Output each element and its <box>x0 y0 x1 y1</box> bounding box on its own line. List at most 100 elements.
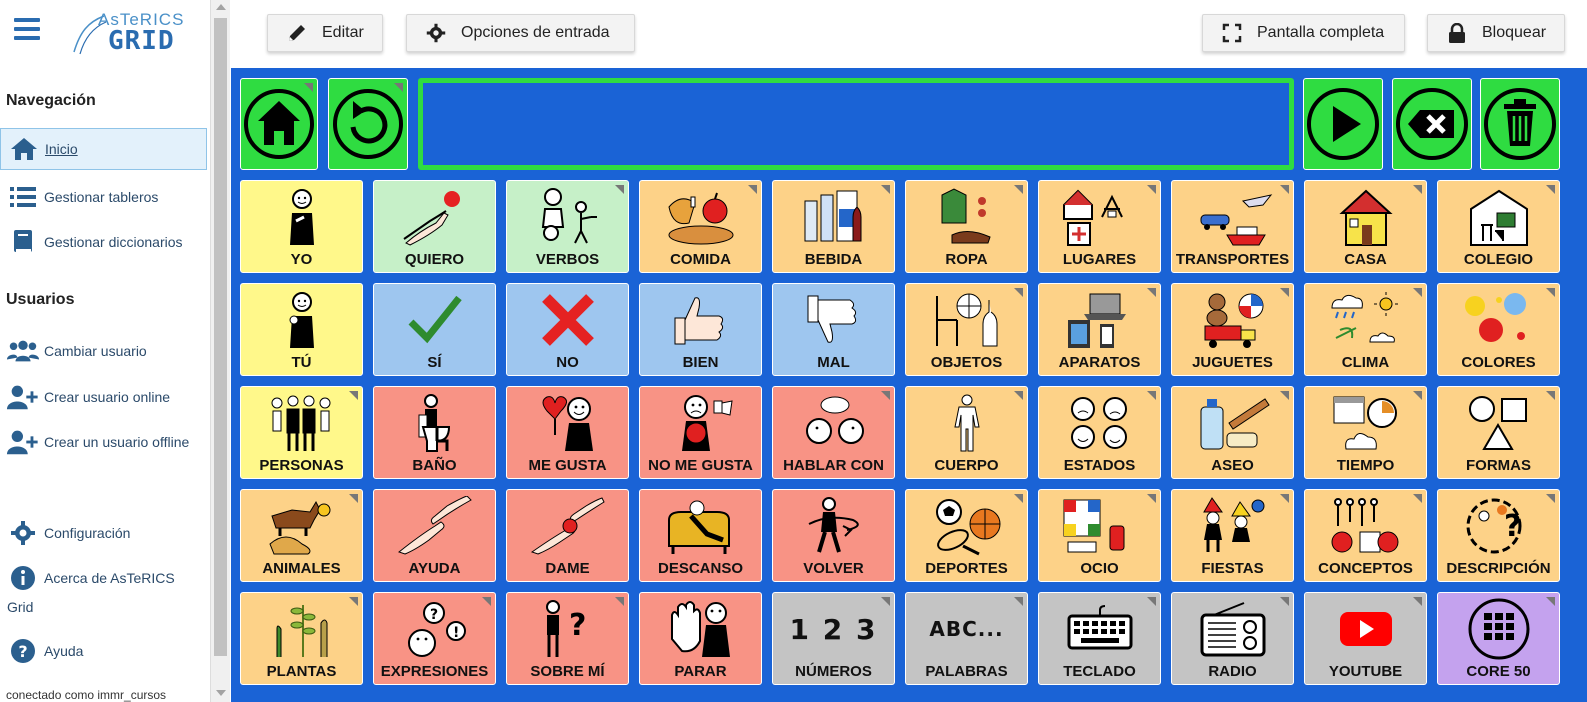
grid-cell-me-gusta[interactable]: ME GUSTA <box>506 386 629 479</box>
grid-cell-lugares[interactable]: LUGARES <box>1038 180 1161 273</box>
pencil-icon <box>286 22 308 44</box>
sidebar-item-gestionar-tableros[interactable]: Gestionar tableros <box>0 176 207 218</box>
lock-icon <box>1446 22 1468 44</box>
scrollbar-thumb[interactable] <box>214 18 227 656</box>
backspace-button[interactable] <box>1392 78 1472 170</box>
grid-cell-ropa[interactable]: ROPA <box>905 180 1028 273</box>
grid-cell-clima[interactable]: CLIMA <box>1304 283 1427 376</box>
sidebar-item-inicio[interactable]: Inicio <box>0 128 207 170</box>
grid-cell-formas[interactable]: FORMAS <box>1437 386 1560 479</box>
grid-cell-baño[interactable]: BAÑO <box>373 386 496 479</box>
grid-cell-palabras[interactable]: ABC... PALABRAS <box>905 592 1028 685</box>
fullscreen-button[interactable]: Pantalla completa <box>1202 14 1405 52</box>
grid-cell-plantas[interactable]: PLANTAS <box>240 592 363 685</box>
grid-cell-números[interactable]: 1 2 3 NÚMEROS <box>772 592 895 685</box>
grid-cell-objetos[interactable]: OBJETOS <box>905 283 1028 376</box>
app-root: AsTeRICS GRID Navegación Inicio Gestiona… <box>0 0 1587 702</box>
sidebar-item-crear-usuario-offline[interactable]: Crear un usuario offline <box>0 421 207 463</box>
sidebar-scrollbar[interactable] <box>210 0 230 702</box>
grid-cell-personas[interactable]: PERSONAS <box>240 386 363 479</box>
grid-cell-aseo[interactable]: ASEO <box>1171 386 1294 479</box>
grid-cell-comida[interactable]: COMIDA <box>639 180 762 273</box>
grid-cell-bebida[interactable]: BEBIDA <box>772 180 895 273</box>
grid-cell-dame[interactable]: DAME <box>506 489 629 582</box>
grid-cell-descripción[interactable]: ? DESCRIPCIÓN <box>1437 489 1560 582</box>
grid-cell-casa[interactable]: CASA <box>1304 180 1427 273</box>
grid-cell-volver[interactable]: VOLVER <box>772 489 895 582</box>
thumbs-up-icon <box>640 290 761 350</box>
sidebar-item-configuracion[interactable]: Configuración <box>0 512 207 554</box>
colors-icon <box>1438 290 1559 350</box>
cell-label: TECLADO <box>1063 663 1136 680</box>
grid-cell-hablar-con[interactable]: HABLAR CON <box>772 386 895 479</box>
grid-cell-youtube[interactable]: YOUTUBE <box>1304 592 1427 685</box>
hand-reach-icon <box>374 187 495 247</box>
cell-label: QUIERO <box>404 251 465 268</box>
cross-icon <box>507 290 628 350</box>
grid-cell-expresiones[interactable]: ?! EXPRESIONES <box>373 592 496 685</box>
undo-icon <box>333 89 403 159</box>
grid-cell-quiero[interactable]: QUIERO <box>373 180 496 273</box>
home-icon <box>244 89 314 159</box>
scroll-up-icon[interactable] <box>216 4 226 10</box>
grid-cell-colores[interactable]: COLORES <box>1437 283 1560 376</box>
grid-cell-no[interactable]: NO <box>506 283 629 376</box>
sidebar-item-cambiar-usuario[interactable]: Cambiar usuario <box>0 330 207 372</box>
hygiene-icon <box>1172 393 1293 453</box>
grid-cell-teclado[interactable]: TECLADO <box>1038 592 1161 685</box>
grid-cell-conceptos[interactable]: CONCEPTOS <box>1304 489 1427 582</box>
grid-cell-fiestas[interactable]: FIESTAS <box>1171 489 1294 582</box>
toys-icon <box>1172 290 1293 350</box>
sidebar-item-ayuda[interactable]: ? Ayuda <box>0 630 207 672</box>
grid-cell-parar[interactable]: PARAR <box>639 592 762 685</box>
clear-button[interactable] <box>1480 78 1560 170</box>
grid-cell-bien[interactable]: BIEN <box>639 283 762 376</box>
grid-cell-colegio[interactable]: COLEGIO <box>1437 180 1560 273</box>
speak-button[interactable] <box>1303 78 1383 170</box>
cell-label: PERSONAS <box>259 457 344 474</box>
grid-cell-core-50[interactable]: CORE 50 <box>1437 592 1560 685</box>
sidebar-item-gestionar-diccionarios[interactable]: Gestionar diccionarios <box>0 221 207 263</box>
grid-cell-transportes[interactable]: TRANSPORTES <box>1171 180 1294 273</box>
grid-cell-sobre-mí[interactable]: ? SOBRE MÍ <box>506 592 629 685</box>
grid-cell-animales[interactable]: ANIMALES <box>240 489 363 582</box>
question-icon: ? <box>6 636 40 666</box>
home-button[interactable] <box>240 78 318 170</box>
cell-label: OCIO <box>1080 560 1119 577</box>
grid-cell-deportes[interactable]: DEPORTES <box>905 489 1028 582</box>
grid-cell-yo[interactable]: YO <box>240 180 363 273</box>
grid-cell-verbos[interactable]: VERBOS <box>506 180 629 273</box>
menu-toggle-icon[interactable] <box>14 18 40 40</box>
sentence-bar[interactable] <box>418 78 1294 170</box>
grid-cell-juguetes[interactable]: JUGUETES <box>1171 283 1294 376</box>
lock-button[interactable]: Bloquear <box>1427 14 1565 52</box>
cell-label: ESTADOS <box>1063 457 1136 474</box>
edit-button[interactable]: Editar <box>267 14 383 52</box>
description-icon: ? <box>1438 496 1559 556</box>
grid-cell-ocio[interactable]: OCIO <box>1038 489 1161 582</box>
sidebar-item-label: Cambiar usuario <box>44 343 147 359</box>
input-options-button[interactable]: Opciones de entrada <box>406 14 635 52</box>
grid-cell-radio[interactable]: RADIO <box>1171 592 1294 685</box>
grid-cell-mal[interactable]: MAL <box>772 283 895 376</box>
cell-label: YO <box>290 251 313 268</box>
grid-cell-cuerpo[interactable]: CUERPO <box>905 386 1028 479</box>
places-icon <box>1039 187 1160 247</box>
grid-cell-descanso[interactable]: DESCANSO <box>639 489 762 582</box>
cell-label: APARATOS <box>1058 354 1141 371</box>
cell-label: PALABRAS <box>925 663 1008 680</box>
sidebar-item-crear-usuario-online[interactable]: Crear usuario online <box>0 376 207 418</box>
grid-cell-ayuda[interactable]: AYUDA <box>373 489 496 582</box>
grid-cell-sí[interactable]: SÍ <box>373 283 496 376</box>
sidebar-item-acerca-de[interactable]: Acerca de AsTeRICS <box>0 557 207 599</box>
scroll-down-icon[interactable] <box>216 690 226 696</box>
sidebar-item-label: Ayuda <box>44 643 84 659</box>
grid-cell-aparatos[interactable]: APARATOS <box>1038 283 1161 376</box>
grid-cell-no-me-gusta[interactable]: NO ME GUSTA <box>639 386 762 479</box>
cell-label: CLIMA <box>1341 354 1390 371</box>
cell-label: EXPRESIONES <box>380 663 489 680</box>
grid-cell-tú[interactable]: TÚ <box>240 283 363 376</box>
grid-cell-tiempo[interactable]: TIEMPO <box>1304 386 1427 479</box>
undo-button[interactable] <box>328 78 408 170</box>
grid-cell-estados[interactable]: ESTADOS <box>1038 386 1161 479</box>
